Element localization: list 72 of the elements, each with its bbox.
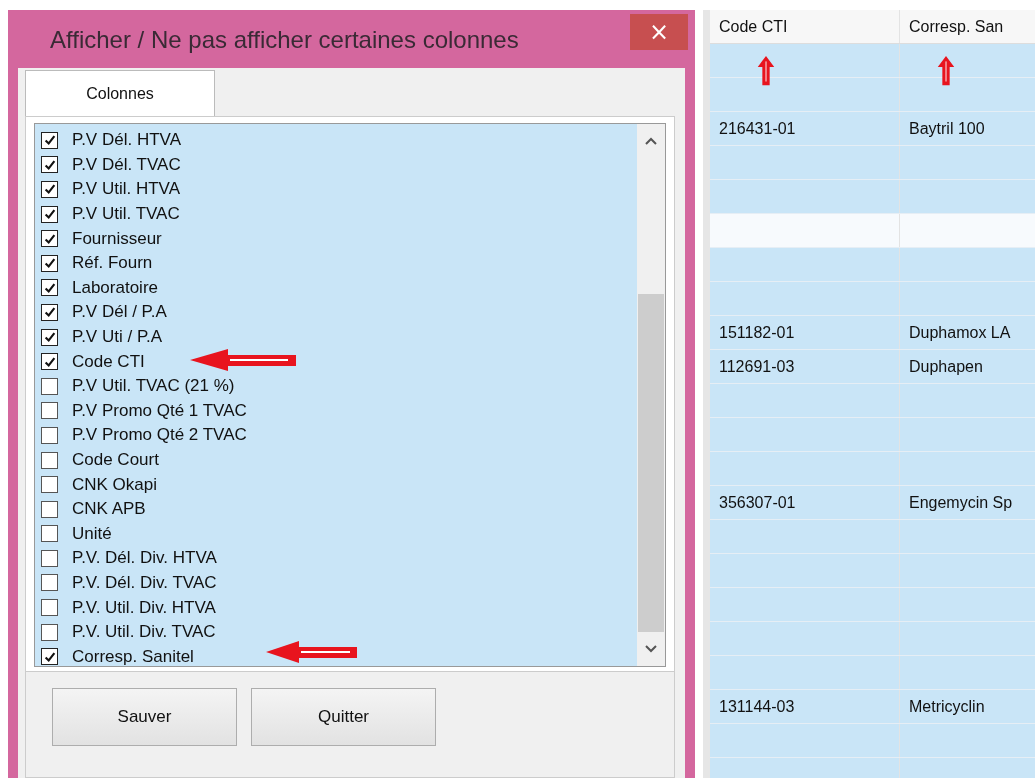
checkbox[interactable] bbox=[41, 525, 58, 543]
column-label: Fournisseur bbox=[72, 228, 162, 249]
checkbox[interactable] bbox=[41, 131, 58, 149]
annotation-arrow bbox=[755, 55, 777, 87]
column-label: P.V Dél / P.A bbox=[72, 302, 167, 323]
column-label: Corresp. Sanitel bbox=[72, 646, 194, 667]
checkbox[interactable] bbox=[41, 254, 58, 272]
table-row[interactable]: 151182-01 Duphamox LA bbox=[710, 316, 1035, 350]
column-label: Réf. Fourn bbox=[72, 253, 153, 274]
column-label: P.V Dél. HTVA bbox=[72, 130, 181, 151]
checkbox[interactable] bbox=[41, 648, 58, 666]
table-row[interactable]: 131144-03 Metricyclin bbox=[710, 690, 1035, 724]
checkbox[interactable] bbox=[41, 402, 58, 420]
table-cell-text: Baytril 100 bbox=[908, 118, 986, 139]
column-header[interactable]: Corresp. San bbox=[900, 10, 1035, 43]
table-cell: 356307-01 bbox=[710, 486, 900, 519]
table-cell-text: Engemycin Sp bbox=[908, 492, 1014, 513]
checkbox[interactable] bbox=[41, 328, 58, 346]
column-label: Laboratoire bbox=[72, 277, 158, 298]
column-label: Code CTI bbox=[72, 351, 145, 372]
column-label: P.V Promo Qté 2 TVAC bbox=[72, 425, 247, 446]
checkbox[interactable] bbox=[41, 377, 58, 395]
table-cell-text: Duphamox LA bbox=[908, 322, 1012, 343]
dialog-button[interactable]: Sauver bbox=[52, 688, 237, 746]
scroll-up-icon[interactable] bbox=[644, 136, 658, 146]
table-cell-text: Metricyclin bbox=[908, 696, 986, 717]
column-header[interactable]: Code CTI bbox=[710, 10, 900, 43]
table-row[interactable]: 216431-01 Baytril 100 bbox=[710, 112, 1035, 146]
table-row[interactable]: 356307-01 Engemycin Sp bbox=[710, 486, 1035, 520]
scrollbar-thumb[interactable] bbox=[638, 294, 664, 632]
column-label: P.V Dél. TVAC bbox=[72, 154, 181, 175]
checkbox[interactable] bbox=[41, 549, 58, 567]
column-label: P.V Util. TVAC bbox=[72, 204, 180, 225]
checkbox[interactable] bbox=[41, 426, 58, 444]
column-label: P.V Uti / P.A bbox=[72, 327, 163, 348]
checkbox[interactable] bbox=[41, 623, 58, 641]
checkbox[interactable] bbox=[41, 181, 58, 198]
column-label: Unité bbox=[72, 523, 112, 544]
scroll-down-icon[interactable] bbox=[644, 644, 658, 654]
checkbox[interactable] bbox=[41, 353, 58, 371]
dialog-button[interactable]: Quitter bbox=[251, 688, 436, 746]
tab[interactable]: Colonnes bbox=[25, 70, 215, 116]
column-label: P.V Util. HTVA bbox=[72, 179, 180, 200]
column-label: P.V. Util. Div. TVAC bbox=[72, 622, 216, 643]
table-cell-text: Duphapen bbox=[908, 356, 984, 377]
checkbox[interactable] bbox=[41, 279, 58, 297]
checkbox[interactable] bbox=[41, 156, 58, 174]
column-label: P.V Promo Qté 1 TVAC bbox=[72, 400, 247, 421]
table-cell: 112691-03 bbox=[710, 350, 900, 383]
column-label: P.V Util. TVAC (21 %) bbox=[72, 376, 235, 397]
column-label: P.V. Dél. Div. HTVA bbox=[72, 548, 217, 569]
column-label: CNK Okapi bbox=[72, 474, 158, 495]
column-label: Code Court bbox=[72, 450, 159, 470]
column-label: P.V. Dél. Div. TVAC bbox=[72, 573, 217, 593]
checkbox[interactable] bbox=[41, 303, 58, 321]
annotation-arrow bbox=[935, 55, 957, 87]
column-label: P.V. Util. Div. HTVA bbox=[72, 597, 216, 618]
checkbox[interactable] bbox=[41, 476, 58, 494]
close-button[interactable]: × bbox=[630, 14, 688, 50]
checkbox[interactable] bbox=[41, 500, 58, 518]
window-title: Afficher / Ne pas afficher certaines colonnes bbox=[50, 26, 519, 54]
table-cell: 131144-03 bbox=[710, 690, 900, 723]
table-row[interactable] bbox=[710, 44, 1035, 78]
table-cell: 151182-01 bbox=[710, 316, 900, 349]
table-row[interactable]: 112691-03 Duphapen bbox=[710, 350, 1035, 384]
checkbox[interactable] bbox=[41, 574, 58, 592]
checkbox[interactable] bbox=[41, 230, 58, 248]
checkbox[interactable] bbox=[41, 205, 58, 223]
table-cell: 216431-01 bbox=[710, 112, 900, 145]
checkbox[interactable] bbox=[41, 599, 58, 617]
checkbox[interactable] bbox=[41, 451, 58, 469]
column-label: CNK APB bbox=[72, 499, 146, 520]
